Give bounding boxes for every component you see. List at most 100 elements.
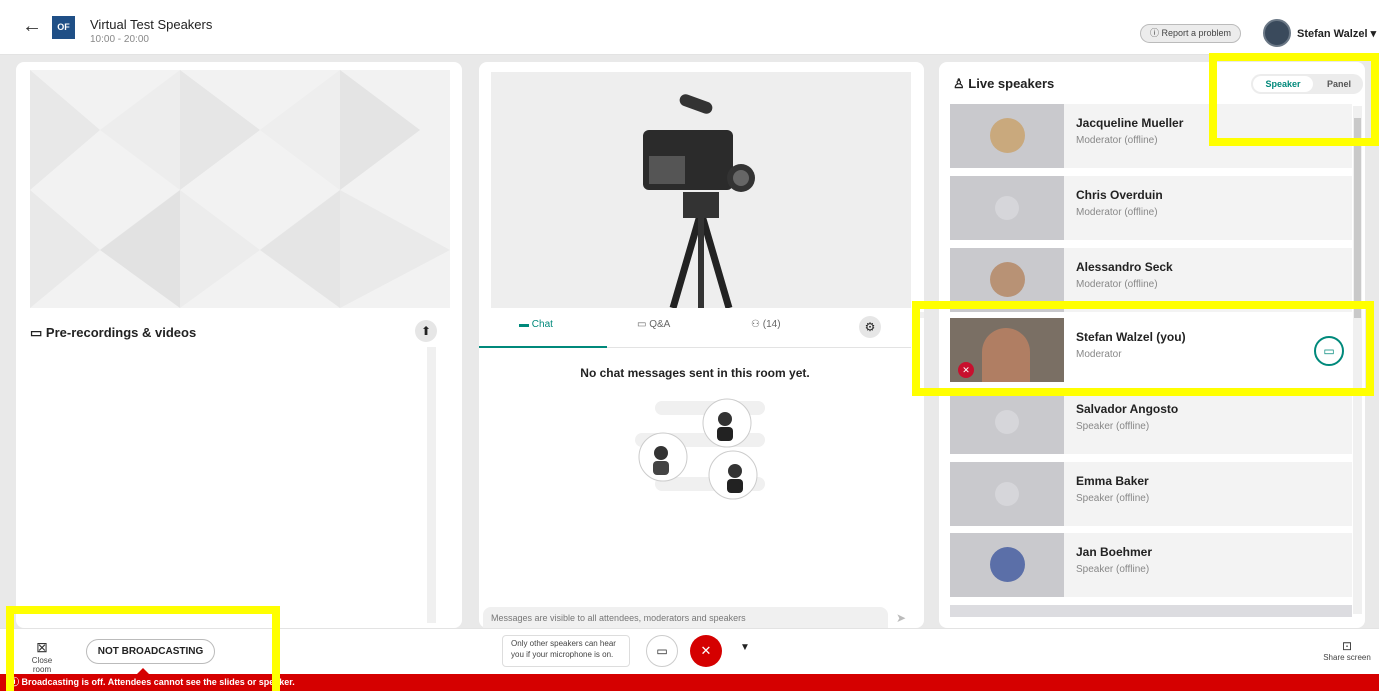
chat-empty-text: No chat messages sent in this room yet. xyxy=(580,366,810,380)
view-toggle: Speaker Panel xyxy=(1251,74,1363,94)
toggle-panel-label: Panel xyxy=(1326,79,1351,89)
speaker-role: Speaker (offline) xyxy=(1076,421,1150,432)
toggle-speaker[interactable]: Speaker xyxy=(1253,76,1313,92)
broadcast-label: NOT BROADCASTING xyxy=(97,646,204,657)
mic-off-icon: ✕ xyxy=(700,643,712,658)
chat-input[interactable]: Messages are visible to all attendees, m… xyxy=(483,607,888,628)
share-screen-button[interactable]: ⊡ Share screen xyxy=(1318,639,1376,662)
speaker-role: Speaker (offline) xyxy=(1076,493,1150,504)
close-room-button[interactable]: ⊠ Close room xyxy=(24,639,60,674)
speaker-role: Speaker (offline) xyxy=(1076,564,1150,575)
person-placeholder-icon xyxy=(995,196,1019,220)
tab-chat-underline xyxy=(479,346,607,348)
speaker-row[interactable]: Jan Boehmer Speaker (offline) xyxy=(950,533,1352,597)
event-title: Virtual Test Speakers xyxy=(90,17,213,32)
speaker-row[interactable]: Salvador Angosto Speaker (offline) xyxy=(950,390,1352,454)
tab-chat[interactable]: ▬ Chat xyxy=(519,319,553,330)
live-speakers-title: Live speakers xyxy=(968,76,1055,91)
speakers-scroll-thumb[interactable] xyxy=(1354,118,1361,318)
video-camera-icon: ▭ xyxy=(656,644,668,658)
share-screen-icon: ⊡ xyxy=(1341,639,1353,653)
chat-empty-illustration xyxy=(635,398,765,500)
speaker-thumbnail xyxy=(950,104,1064,168)
user-avatar[interactable] xyxy=(1263,19,1291,47)
close-room-label: Close room xyxy=(31,656,53,674)
tab-people-label: (14) xyxy=(762,319,781,330)
speaker-row[interactable]: Alessandro Seck Moderator (offline) xyxy=(950,248,1352,312)
speaker-thumbnail xyxy=(950,248,1064,312)
speaker-role: Moderator xyxy=(1076,349,1122,360)
broadcast-off-banner: ⓘ Broadcasting is off. Attendees cannot … xyxy=(0,674,1379,691)
report-problem-button[interactable]: ⓘ Report a problem xyxy=(1140,24,1242,43)
speaker-avatar xyxy=(990,262,1025,297)
device-dropdown[interactable]: ▼ xyxy=(740,642,750,653)
user-menu[interactable]: Stefan Walzel ▾ xyxy=(1297,27,1376,40)
chat-icon: ▬ xyxy=(519,319,532,330)
broadcast-off-text: Broadcasting is off. Attendees cannot se… xyxy=(21,677,295,687)
send-icon[interactable]: ➤ xyxy=(896,611,906,625)
speaker-row[interactable]: Chris Overduin Moderator (offline) xyxy=(950,176,1352,240)
speaker-row-partial xyxy=(950,605,1352,617)
person-placeholder-icon xyxy=(995,410,1019,434)
center-top-scrollbar[interactable] xyxy=(915,312,924,318)
speaker-video-face xyxy=(982,328,1030,382)
share-screen-label: Share screen xyxy=(1323,653,1371,662)
chat-tabs: ▬ Chat ▭ Q&A ⚇ (14) ⚙ xyxy=(479,308,911,348)
caret-down-icon: ▼ xyxy=(740,642,750,653)
back-arrow-icon[interactable]: ← xyxy=(22,15,42,38)
video-icon: ▭ xyxy=(30,325,46,340)
speaker-row[interactable]: Jacqueline Mueller Moderator (offline) xyxy=(950,104,1352,168)
speaker-role: Moderator (offline) xyxy=(1076,279,1158,290)
speaker-role: Moderator (offline) xyxy=(1076,135,1158,146)
speaker-name: Jacqueline Mueller xyxy=(1076,116,1184,130)
user-name: Stefan Walzel xyxy=(1297,28,1368,40)
speaker-name: Chris Overduin xyxy=(1076,188,1163,202)
info-icon: ⓘ xyxy=(1150,28,1162,38)
speaker-role: Moderator (offline) xyxy=(1076,207,1158,218)
speaker-name: Salvador Angosto xyxy=(1076,402,1179,416)
mic-button[interactable]: ✕ xyxy=(690,635,722,667)
tab-qa[interactable]: ▭ Q&A xyxy=(637,319,670,330)
mic-hint-text: Only other speakers can hear you if your… xyxy=(511,639,616,659)
speaker-thumbnail xyxy=(950,533,1064,597)
upload-icon: ⬆ xyxy=(420,324,432,338)
mic-hint-tooltip: Only other speakers can hear you if your… xyxy=(502,635,630,667)
camera-button[interactable]: ▭ xyxy=(646,635,678,667)
upload-button[interactable]: ⬆ xyxy=(415,320,437,342)
people-icon: ⚇ xyxy=(751,319,763,330)
broadcast-toggle-button[interactable]: NOT BROADCASTING xyxy=(86,639,215,664)
speaker-name: Stefan Walzel (you) xyxy=(1076,330,1186,344)
prerecordings-header: ▭ Pre-recordings & videos xyxy=(30,325,196,341)
camera-off-icon[interactable]: ▭ xyxy=(1314,336,1344,366)
speaker-row-self[interactable]: ✕ Stefan Walzel (you) Moderator ▭ xyxy=(950,318,1352,382)
left-panel: ▭ Pre-recordings & videos ⬆ xyxy=(16,62,462,628)
chevron-down-icon: ▾ xyxy=(1370,28,1377,40)
event-logo: OF xyxy=(52,16,75,39)
tab-people[interactable]: ⚇ (14) xyxy=(751,319,781,330)
person-placeholder-icon xyxy=(995,482,1019,506)
speaker-thumbnail xyxy=(950,390,1064,454)
speaker-row[interactable]: Emma Baker Speaker (offline) xyxy=(950,462,1352,526)
camera-illustration xyxy=(491,72,911,308)
live-speakers-header: ♙ Live speakers xyxy=(953,76,1054,92)
chat-settings-button[interactable]: ⚙ xyxy=(859,316,881,338)
speaker-avatar xyxy=(990,118,1025,153)
close-room-icon: ⊠ xyxy=(36,639,48,655)
person-icon: ♙ xyxy=(953,76,969,91)
report-label: Report a problem xyxy=(1161,28,1232,38)
left-scrollbar[interactable] xyxy=(427,347,436,623)
tab-qa-label: Q&A xyxy=(649,319,671,330)
qa-icon: ▭ xyxy=(637,319,650,330)
speaker-name: Emma Baker xyxy=(1076,474,1149,488)
speaker-name: Alessandro Seck xyxy=(1076,260,1173,274)
chat-input-placeholder: Messages are visible to all attendees, m… xyxy=(491,613,746,623)
toggle-panel[interactable]: Panel xyxy=(1317,76,1361,92)
top-bar: ← OF Virtual Test Speakers 10:00 - 20:00… xyxy=(0,0,1379,55)
speakers-scrollbar[interactable] xyxy=(1353,106,1362,614)
video-preview xyxy=(30,70,450,308)
speaker-avatar xyxy=(990,547,1025,582)
speaker-thumbnail xyxy=(950,462,1064,526)
speaker-thumbnail xyxy=(950,176,1064,240)
event-time: 10:00 - 20:00 xyxy=(90,34,149,45)
speaker-video: ✕ xyxy=(950,318,1064,382)
